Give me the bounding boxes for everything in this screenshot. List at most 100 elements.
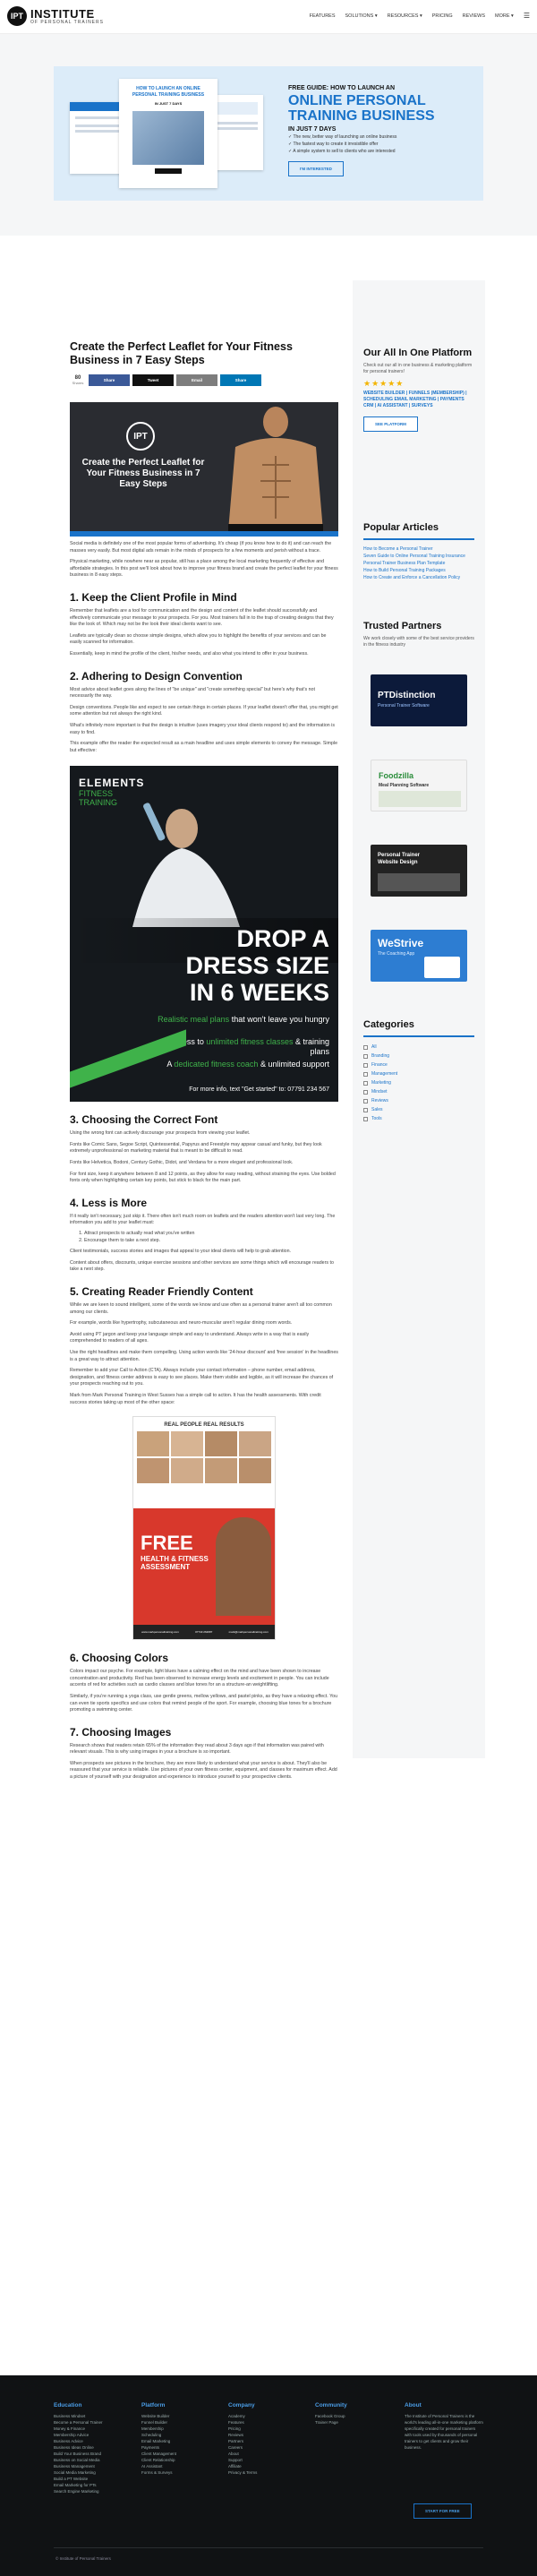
footer-link[interactable]: Social Media Marketing	[54, 2469, 130, 2476]
footer-link[interactable]: About	[228, 2451, 300, 2457]
nav-reviews[interactable]: REVIEWS	[463, 13, 485, 20]
poster-line1: Realistic meal plans that won't leave yo…	[150, 1015, 329, 1025]
footer-col-title: Company	[228, 2402, 255, 2409]
category-item[interactable]: Tools	[363, 1114, 474, 1123]
start-free-button[interactable]: START FOR FREE	[413, 2503, 472, 2519]
footer-link[interactable]: Pricing	[228, 2426, 300, 2432]
checkbox-icon[interactable]	[363, 1089, 368, 1095]
footer-link[interactable]: Partners	[228, 2438, 300, 2444]
checkbox-icon[interactable]	[363, 1080, 368, 1086]
menu-icon[interactable]: ☰	[524, 12, 530, 20]
partner-ad-website-design[interactable]: Personal Trainer Website Design	[371, 845, 467, 897]
linkedin-share-button[interactable]: Share	[220, 374, 261, 386]
popular-article-link[interactable]: How to Become a Personal Trainer	[363, 545, 474, 553]
guide-cover-logo	[155, 168, 182, 174]
partner-ad-ptdistinction[interactable]: PTDistinction Personal Trainer Software	[371, 674, 467, 726]
popular-article-link[interactable]: How to Create and Enforce a Cancellation…	[363, 574, 474, 581]
footer-link[interactable]: Privacy & Terms	[228, 2469, 300, 2476]
footer-link[interactable]: Search Engine Marketing	[54, 2488, 130, 2494]
partner-ad-foodzilla[interactable]: Foodzilla Meal Planning Software	[371, 760, 467, 811]
footer-link[interactable]: Membership	[141, 2426, 213, 2432]
leaflet-example-poster: ELEMENTS FITNESS TRAINING DROP A DRESS S…	[70, 766, 338, 1103]
section-heading: 6. Choosing Colors	[70, 1652, 169, 1665]
checkbox-icon[interactable]	[363, 1071, 368, 1077]
site-logo[interactable]: IPT INSTITUTE OF PERSONAL TRAINERS	[7, 6, 104, 26]
checkbox-icon[interactable]	[363, 1116, 368, 1121]
checkbox-icon[interactable]	[363, 1053, 368, 1059]
nav-more[interactable]: MORE ▾	[495, 13, 514, 20]
footer-link[interactable]: Business Management	[54, 2463, 130, 2469]
checkbox-icon[interactable]	[363, 1062, 368, 1068]
section-paragraph: Essentially, keep in mind the profile of…	[70, 650, 309, 657]
nav-resources[interactable]: RESOURCES ▾	[388, 13, 422, 20]
footer-link[interactable]: Membership Advice	[54, 2432, 130, 2438]
category-item[interactable]: Reviews	[363, 1096, 474, 1105]
footer-link[interactable]: Affiliate	[228, 2463, 300, 2469]
popular-article-link[interactable]: Seven Guide to Online Personal Training …	[363, 553, 474, 560]
section-paragraph: Leaflets are typically clean so choose s…	[70, 632, 327, 646]
section-paragraph: What's infinitely more important is that…	[70, 722, 336, 735]
footer-link[interactable]: Reviews	[228, 2432, 300, 2438]
poster-brand: ELEMENTS	[79, 777, 145, 790]
footer-link[interactable]: Build a PT Website	[54, 2476, 130, 2482]
footer-link[interactable]: Business on Social Media	[54, 2457, 130, 2463]
footer-link[interactable]: Forms & Surveys	[141, 2469, 213, 2476]
section-paragraph: Remember to add your Call to Action (CTA…	[70, 1368, 334, 1387]
popular-article-link[interactable]: How to Build Personal Training Packages	[363, 567, 474, 574]
category-item[interactable]: Management	[363, 1069, 474, 1078]
flyer-contact-bar: www.markpersonaltraining.com 07743 26268…	[133, 1625, 275, 1640]
section-paragraph: Design conventions. People like and expe…	[70, 704, 338, 717]
footer-link[interactable]: Email Marketing for PTs	[54, 2482, 130, 2488]
footer-link[interactable]: Business Ideas Online	[54, 2444, 130, 2451]
section-paragraph: For font size, keep it anywhere between …	[70, 1171, 336, 1184]
categories-divider	[363, 1035, 474, 1037]
promo-section: HOW TO LAUNCH AN ONLINE PERSONAL TRAININ…	[0, 34, 537, 236]
footer-link[interactable]: Payments	[141, 2444, 213, 2451]
category-item[interactable]: Sales	[363, 1105, 474, 1114]
twitter-share-button[interactable]: Tweet	[132, 374, 174, 386]
guide-cover-title: HOW TO LAUNCH AN ONLINE PERSONAL TRAININ…	[132, 86, 205, 98]
category-item[interactable]: All	[363, 1043, 474, 1052]
footer-link[interactable]: Website Builder	[141, 2413, 213, 2419]
checkbox-icon[interactable]	[363, 1107, 368, 1112]
footer-link[interactable]: Careers	[228, 2444, 300, 2451]
nav-pricing[interactable]: PRICING	[432, 13, 453, 20]
nav-solutions[interactable]: SOLUTIONS ▾	[345, 13, 378, 20]
partner-screenshot	[379, 791, 461, 807]
checkbox-icon[interactable]	[363, 1044, 368, 1050]
footer-link[interactable]: Academy	[228, 2413, 300, 2419]
footer-link[interactable]: Features	[228, 2419, 300, 2426]
site-header: IPT INSTITUTE OF PERSONAL TRAINERS FEATU…	[0, 0, 537, 34]
footer-link[interactable]: Become a Personal Trainer	[54, 2419, 130, 2426]
poster-line1a: Realistic meal plans	[158, 1015, 230, 1025]
footer-link[interactable]: Trainer Page	[315, 2419, 387, 2426]
promo-bullet: ✓ A simple system to sell to clients who…	[288, 149, 396, 154]
facebook-share-button[interactable]: Share	[89, 374, 130, 386]
category-item[interactable]: Finance	[363, 1060, 474, 1069]
footer-link[interactable]: Email Marketing	[141, 2438, 213, 2444]
category-item[interactable]: Branding	[363, 1052, 474, 1060]
footer-link[interactable]: AI Assistant	[141, 2463, 213, 2469]
footer-link[interactable]: Money & Finance	[54, 2426, 130, 2432]
email-share-button[interactable]: Email	[176, 374, 217, 386]
category-item[interactable]: Marketing	[363, 1078, 474, 1087]
footer-link[interactable]: Business Mindset	[54, 2413, 130, 2419]
footer-link[interactable]: Support	[228, 2457, 300, 2463]
footer-link[interactable]: Scheduling	[141, 2432, 213, 2438]
share-bar: 80 Shares Share Tweet Email Share	[70, 374, 338, 386]
category-item[interactable]: Mindset	[363, 1087, 474, 1096]
footer-link[interactable]: Client Management	[141, 2451, 213, 2457]
footer-link[interactable]: Build Your Business Brand	[54, 2451, 130, 2457]
popular-article-link[interactable]: Personal Trainer Business Plan Template	[363, 560, 474, 567]
promo-interested-button[interactable]: I'M INTERESTED	[288, 161, 344, 176]
checkbox-icon[interactable]	[363, 1098, 368, 1103]
logo-mark: IPT	[7, 6, 27, 26]
footer-link[interactable]: Funnel Builder	[141, 2419, 213, 2426]
footer-link[interactable]: Client Relationship	[141, 2457, 213, 2463]
nav-features[interactable]: FEATURES	[310, 13, 336, 20]
partner-ad-westrive[interactable]: WeStrive The Coaching App	[371, 930, 467, 982]
footer-link[interactable]: Business Advice	[54, 2438, 130, 2444]
logo-title: INSTITUTE	[30, 6, 95, 21]
see-platform-button[interactable]: SEE PLATFORM	[363, 416, 418, 432]
footer-link[interactable]: Facebook Group	[315, 2413, 387, 2419]
